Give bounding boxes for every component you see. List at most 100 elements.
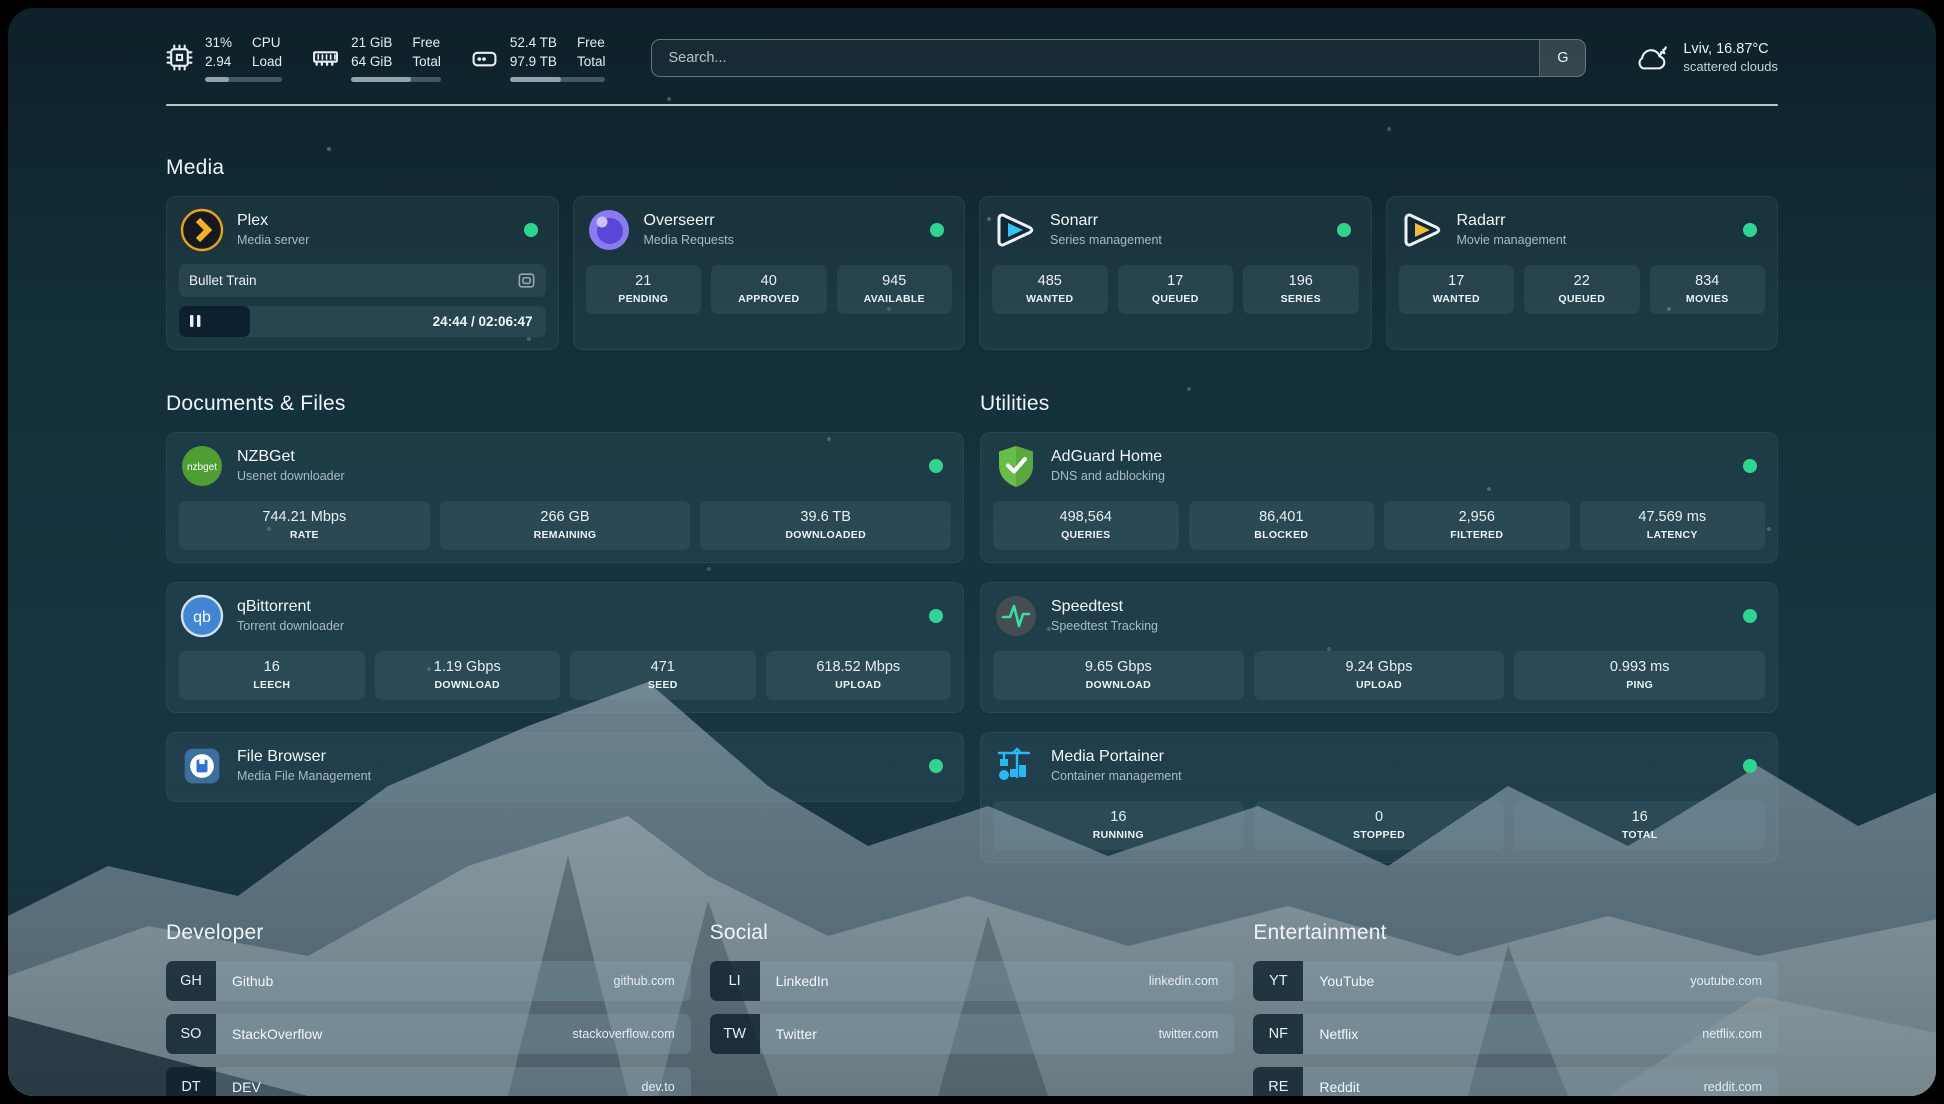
stat-queries: 498,564 QUERIES (993, 501, 1179, 550)
bookmark-name: StackOverflow (232, 1026, 573, 1042)
bookmark-abbr: TW (710, 1014, 760, 1054)
now-playing-title: Bullet Train (189, 273, 517, 288)
service-name: Overseerr (644, 212, 919, 230)
bookmark-netflix[interactable]: NF Netflix netflix.com (1253, 1014, 1778, 1054)
stat-label: QUEUED (1528, 293, 1636, 305)
sonarr-card[interactable]: Sonarr Series management 485 WANTED 17 Q… (979, 196, 1372, 350)
nzbget-card[interactable]: nzbget NZBGet Usenet downloader 74 (166, 432, 964, 563)
bookmark-stackoverflow[interactable]: SO StackOverflow stackoverflow.com (166, 1014, 691, 1054)
disk-labels: Free Total (577, 34, 606, 72)
bookmark-github[interactable]: GH Github github.com (166, 961, 691, 1001)
bookmark-abbr: DT (166, 1067, 216, 1096)
search-input[interactable] (652, 40, 1539, 76)
svg-text:qb: qb (193, 609, 211, 626)
section-media: Media Plex Media server (166, 156, 1778, 350)
memory-label-bottom: Total (412, 53, 441, 72)
bookmark-linkedin[interactable]: LI LinkedIn linkedin.com (710, 961, 1235, 1001)
stat-total: 16 TOTAL (1514, 801, 1765, 850)
pause-icon (190, 315, 201, 327)
stat-label: PING (1518, 679, 1761, 691)
bookmark-name: Twitter (776, 1026, 1159, 1042)
overseerr-icon (586, 207, 632, 253)
stat-label: BLOCKED (1193, 529, 1371, 541)
section-utilities: Utilities (980, 392, 1778, 863)
stat-blocked: 86,401 BLOCKED (1189, 501, 1375, 550)
bookmark-dev[interactable]: DT DEV dev.to (166, 1067, 691, 1096)
bookmark-youtube[interactable]: YT YouTube youtube.com (1253, 961, 1778, 1001)
stat-label: WANTED (996, 293, 1104, 305)
service-desc: Media Requests (644, 233, 919, 247)
radarr-icon (1399, 207, 1445, 253)
service-desc: Usenet downloader (237, 469, 917, 483)
stat-upload: 9.24 Gbps UPLOAD (1254, 651, 1505, 700)
weather-condition: scattered clouds (1683, 59, 1778, 74)
bookmark-abbr: LI (710, 961, 760, 1001)
service-desc: Container management (1051, 769, 1731, 783)
stat-label: WANTED (1403, 293, 1511, 305)
portainer-icon (993, 743, 1039, 789)
stat-queued: 22 QUEUED (1524, 265, 1640, 314)
memory-widget: 21 GiB 64 GiB Free Total (312, 34, 441, 82)
filebrowser-card[interactable]: File Browser Media File Management (166, 732, 964, 802)
stat-value: 40 (715, 273, 823, 289)
playback-progress-fill (179, 306, 250, 337)
cloud-icon (1632, 41, 1670, 75)
documents-section-title: Documents & Files (166, 392, 964, 416)
service-name: Media Portainer (1051, 748, 1731, 766)
portainer-card[interactable]: Media Portainer Container management 16 … (980, 732, 1778, 863)
stat-label: UPLOAD (1258, 679, 1501, 691)
entertainment-section-title: Entertainment (1253, 921, 1778, 945)
status-dot (524, 223, 538, 237)
service-name: Plex (237, 212, 512, 230)
filebrowser-icon (179, 743, 225, 789)
qbittorrent-icon: qb (179, 593, 225, 639)
service-name: NZBGet (237, 448, 917, 466)
bookmark-domain: dev.to (642, 1080, 675, 1094)
stat-movies: 834 MOVIES (1650, 265, 1766, 314)
cpu-label-bottom: Load (252, 53, 282, 72)
overseerr-card[interactable]: Overseerr Media Requests 21 PENDING 40 A… (573, 196, 966, 350)
service-name: qBittorrent (237, 598, 917, 616)
stat-available: 945 AVAILABLE (837, 265, 953, 314)
qbittorrent-card[interactable]: qb qBittorrent Torrent downloader (166, 582, 964, 713)
stat-series: 196 SERIES (1243, 265, 1359, 314)
stat-upload: 618.52 Mbps UPLOAD (766, 651, 952, 700)
plex-card[interactable]: Plex Media server Bullet Train (166, 196, 559, 350)
bookmark-twitter[interactable]: TW Twitter twitter.com (710, 1014, 1235, 1054)
stat-value: 17 (1122, 273, 1230, 289)
disk-progressbar (510, 77, 606, 82)
disk-values: 52.4 TB 97.9 TB (510, 34, 557, 72)
bookmark-name: DEV (232, 1079, 642, 1095)
stat-label: LEECH (183, 679, 361, 691)
memory-free: 21 GiB (351, 34, 392, 53)
section-social: Social LI LinkedIn linkedin.com TW Twitt… (710, 921, 1235, 1054)
bookmark-reddit[interactable]: RE Reddit reddit.com (1253, 1067, 1778, 1096)
cpu-labels: CPU Load (252, 34, 282, 72)
developer-section-title: Developer (166, 921, 691, 945)
service-name: Speedtest (1051, 598, 1731, 616)
social-section-title: Social (710, 921, 1235, 945)
status-dot (929, 609, 943, 623)
bookmark-abbr: NF (1253, 1014, 1303, 1054)
section-entertainment: Entertainment YT YouTube youtube.com NF … (1253, 921, 1778, 1096)
radarr-card[interactable]: Radarr Movie management 17 WANTED 22 QUE… (1386, 196, 1779, 350)
disk-total: 97.9 TB (510, 53, 557, 72)
stat-value: 9.65 Gbps (997, 659, 1240, 675)
service-name: Radarr (1457, 212, 1732, 230)
speedtest-card[interactable]: Speedtest Speedtest Tracking 9.65 Gbps D… (980, 582, 1778, 713)
service-name: File Browser (237, 748, 917, 766)
stat-value: 16 (1518, 809, 1761, 825)
stat-label: REMAINING (444, 529, 687, 541)
cpu-progressbar (205, 77, 282, 82)
bookmark-abbr: SO (166, 1014, 216, 1054)
stat-value: 485 (996, 273, 1104, 289)
memory-total: 64 GiB (351, 53, 392, 72)
bookmark-name: YouTube (1319, 973, 1690, 989)
memory-progressbar (351, 77, 441, 82)
stat-value: 196 (1247, 273, 1355, 289)
disk-label-bottom: Total (577, 53, 606, 72)
adguard-card[interactable]: AdGuard Home DNS and adblocking 498,564 … (980, 432, 1778, 563)
stat-remaining: 266 GB REMAINING (440, 501, 691, 550)
bookmark-domain: twitter.com (1159, 1027, 1219, 1041)
search-provider-button[interactable]: G (1539, 40, 1585, 76)
